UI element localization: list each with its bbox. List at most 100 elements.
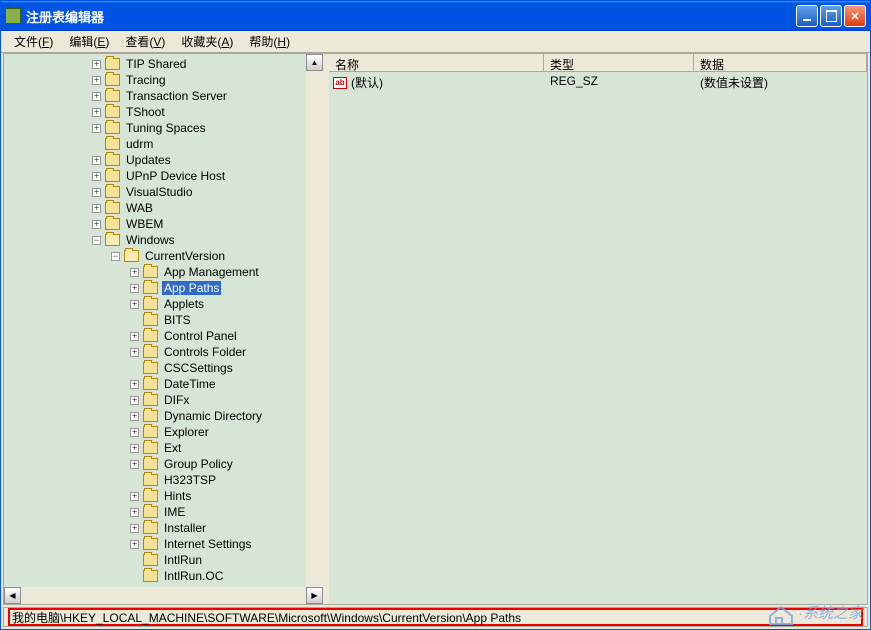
expand-icon[interactable] [130,428,139,437]
maximize-button[interactable] [820,5,842,27]
tree-label[interactable]: H323TSP [162,473,218,487]
tree-node[interactable]: App Management [4,264,306,280]
expand-icon[interactable] [130,396,139,405]
tree-label[interactable]: Group Policy [162,457,235,471]
tree-hscrollbar[interactable]: ◀ ▶ [4,587,323,604]
menu-h[interactable]: 帮助(H) [241,31,298,52]
tree-label[interactable]: App Paths [162,281,221,295]
tree-label[interactable]: Dynamic Directory [162,409,264,423]
expand-icon[interactable] [130,492,139,501]
expand-icon[interactable] [130,284,139,293]
tree-node[interactable]: WBEM [4,216,306,232]
tree-node[interactable]: Group Policy [4,456,306,472]
tree-node[interactable]: Control Panel [4,328,306,344]
col-name[interactable]: 名称 [329,54,544,71]
expand-icon[interactable] [92,204,101,213]
tree-node[interactable]: Installer [4,520,306,536]
tree-node[interactable]: WAB [4,200,306,216]
tree-label[interactable]: Ext [162,441,183,455]
registry-tree[interactable]: TIP Shared Tracing Transaction ServerTShoo… [4,54,306,587]
tree-label[interactable]: IntlRun [162,553,204,567]
tree-node[interactable]: Tuning Spaces [4,120,306,136]
tree-node[interactable]: DIFx [4,392,306,408]
tree-label[interactable]: DIFx [162,393,191,407]
tree-node[interactable]: BITS [4,312,306,328]
tree-node[interactable]: Windows [4,232,306,248]
tree-node[interactable]: Hints [4,488,306,504]
expand-icon[interactable] [92,108,101,117]
tree-label[interactable]: Controls Folder [162,345,248,359]
tree-label[interactable]: Tracing [124,73,168,87]
tree-label[interactable]: CurrentVersion [143,249,227,263]
tree-label[interactable]: Explorer [162,425,211,439]
close-button[interactable] [844,5,866,27]
tree-label[interactable]: udrm [124,137,155,151]
tree-label[interactable]: Updates [124,153,173,167]
expand-icon[interactable] [130,332,139,341]
tree-node[interactable]: H323TSP [4,472,306,488]
menu-v[interactable]: 查看(V) [117,31,173,52]
tree-node[interactable]: UPnP Device Host [4,168,306,184]
expand-icon[interactable] [130,268,139,277]
col-type[interactable]: 类型 [544,54,694,71]
menu-e[interactable]: 编辑(E) [61,31,117,52]
tree-label[interactable]: App Management [162,265,261,279]
tree-label[interactable]: WBEM [124,217,165,231]
menu-a[interactable]: 收藏夹(A) [173,31,241,52]
collapse-icon[interactable] [92,236,101,245]
tree-node[interactable]: Updates [4,152,306,168]
expand-icon[interactable] [92,188,101,197]
expand-icon[interactable] [130,460,139,469]
tree-node[interactable]: App Paths [4,280,306,296]
tree-node[interactable]: Dynamic Directory [4,408,306,424]
tree-node[interactable]: TIP Shared [4,56,306,72]
expand-icon[interactable] [92,76,101,85]
tree-node[interactable]: VisualStudio [4,184,306,200]
tree-label[interactable]: Transaction Server [124,89,229,103]
expand-icon[interactable] [92,60,101,69]
collapse-icon[interactable] [111,252,120,261]
tree-node[interactable]: Controls Folder [4,344,306,360]
tree-node[interactable]: Explorer [4,424,306,440]
tree-node[interactable]: Ext [4,440,306,456]
tree-node[interactable]: Applets [4,296,306,312]
tree-label[interactable]: TIP Shared [124,57,188,71]
tree-node[interactable]: IntlRun.OC [4,568,306,584]
tree-label[interactable]: Applets [162,297,206,311]
expand-icon[interactable] [130,508,139,517]
value-list[interactable]: (默认)REG_SZ(数值未设置) [329,72,867,604]
expand-icon[interactable] [92,156,101,165]
expand-icon[interactable] [92,220,101,229]
scroll-right-icon[interactable]: ▶ [306,587,323,604]
tree-label[interactable]: Internet Settings [162,537,253,551]
tree-label[interactable]: CSCSettings [162,361,235,375]
tree-label[interactable]: Tuning Spaces [124,121,208,135]
scroll-left-icon[interactable]: ◀ [4,587,21,604]
menu-f[interactable]: 文件(F) [6,31,61,52]
titlebar[interactable]: 注册表编辑器 [1,1,870,31]
tree-label[interactable]: Hints [162,489,193,503]
expand-icon[interactable] [130,380,139,389]
tree-label[interactable]: UPnP Device Host [124,169,227,183]
list-header[interactable]: 名称 类型 数据 [329,54,867,72]
tree-label[interactable]: Windows [124,233,177,247]
tree-label[interactable]: DateTime [162,377,218,391]
expand-icon[interactable] [92,92,101,101]
tree-node[interactable]: Tracing [4,72,306,88]
expand-icon[interactable] [130,412,139,421]
tree-node[interactable]: IME [4,504,306,520]
tree-node[interactable]: CSCSettings [4,360,306,376]
expand-icon[interactable] [92,124,101,133]
minimize-button[interactable] [796,5,818,27]
tree-label[interactable]: VisualStudio [124,185,195,199]
expand-icon[interactable] [130,540,139,549]
tree-label[interactable]: IME [162,505,187,519]
tree-node[interactable]: TShoot [4,104,306,120]
tree-node[interactable]: Internet Settings [4,536,306,552]
tree-label[interactable]: IntlRun.OC [162,569,225,583]
expand-icon[interactable] [130,524,139,533]
tree-node[interactable]: Transaction Server [4,88,306,104]
col-data[interactable]: 数据 [694,54,867,71]
expand-icon[interactable] [130,444,139,453]
expand-icon[interactable] [92,172,101,181]
